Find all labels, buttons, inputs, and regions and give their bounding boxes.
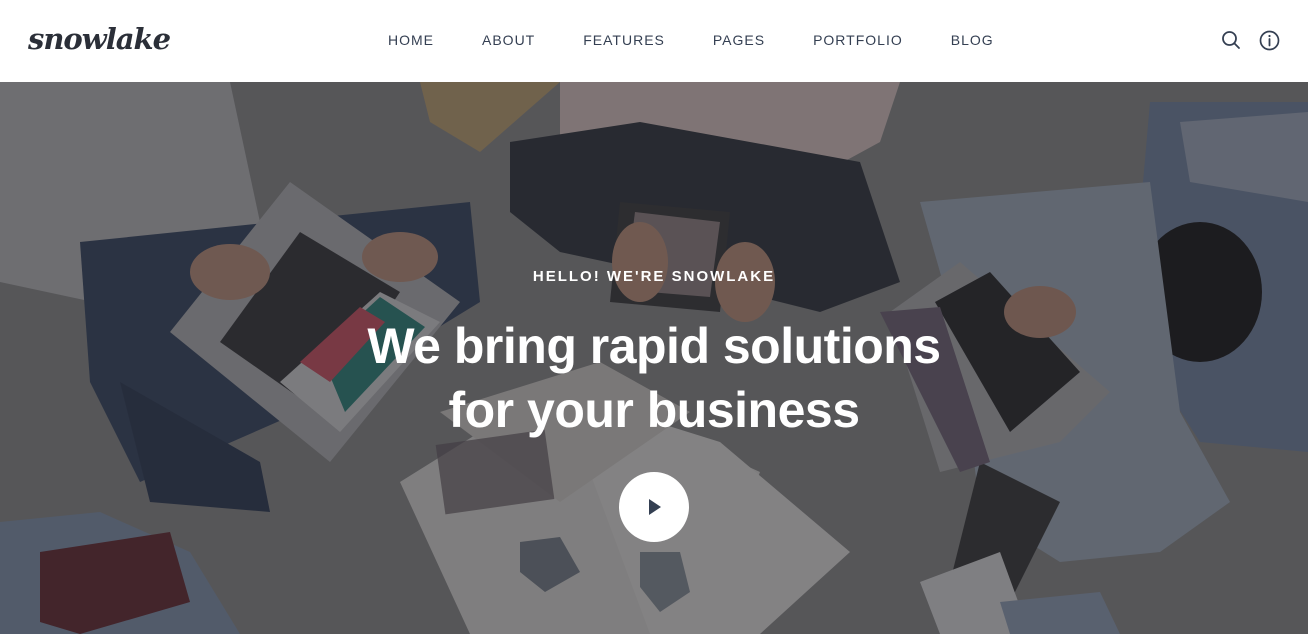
main-nav: HOME ABOUT FEATURES PAGES PORTFOLIO BLOG xyxy=(388,32,994,48)
site-header: snowlake HOME ABOUT FEATURES PAGES PORTF… xyxy=(0,0,1308,82)
hero-eyebrow: HELLO! WE'RE SNOWLAKE xyxy=(532,268,776,285)
play-icon xyxy=(649,499,661,515)
nav-item-about[interactable]: ABOUT xyxy=(482,32,535,48)
nav-item-home[interactable]: HOME xyxy=(388,32,434,48)
hero-section: HELLO! WE'RE SNOWLAKE We bring rapid sol… xyxy=(0,82,1308,634)
info-icon[interactable] xyxy=(1258,29,1280,51)
hero-headline-line-2: for your business xyxy=(448,382,860,438)
search-icon[interactable] xyxy=(1220,29,1242,51)
hero-headline: We bring rapid solutions for your busine… xyxy=(0,314,1308,442)
nav-item-portfolio[interactable]: PORTFOLIO xyxy=(813,32,903,48)
logo[interactable]: snowlake xyxy=(28,22,171,56)
hero-content: HELLO! WE'RE SNOWLAKE We bring rapid sol… xyxy=(0,82,1308,634)
nav-item-pages[interactable]: PAGES xyxy=(713,32,765,48)
hero-headline-line-1: We bring rapid solutions xyxy=(367,318,941,374)
nav-item-features[interactable]: FEATURES xyxy=(583,32,665,48)
play-video-button[interactable] xyxy=(619,472,689,542)
header-actions xyxy=(1220,29,1280,51)
nav-item-blog[interactable]: BLOG xyxy=(951,32,994,48)
